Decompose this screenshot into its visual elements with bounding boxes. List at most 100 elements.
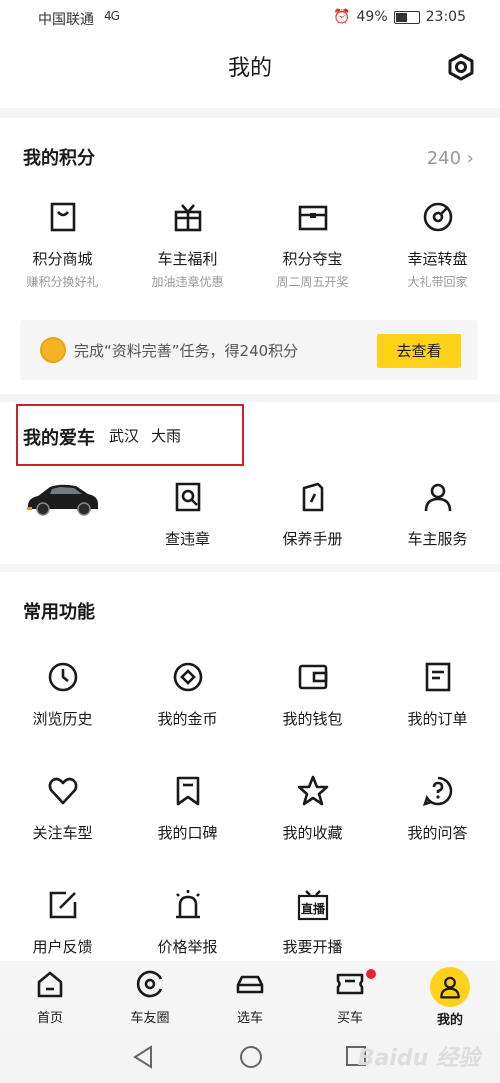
task-banner-text: 完成“资料完善”任务，得240积分 [74, 342, 299, 360]
clock-time: 23:05 [425, 9, 466, 25]
my-wallet-item[interactable]: 我的钱包 [250, 660, 375, 729]
owner-benefits-item[interactable]: 车主福利 加油违章优惠 [125, 200, 250, 290]
points-mall-item[interactable]: 积分商城 赚积分换好礼 [0, 200, 125, 290]
tab-label: 买车 [336, 1011, 363, 1026]
item-label: 车主服务 [407, 530, 468, 548]
my-car-title: 我的爱车 [23, 428, 95, 449]
spin-wheel-icon [423, 202, 452, 232]
watermark: Baidu 经验 [357, 1046, 480, 1071]
item-subtitle: 大礼带回家 [407, 275, 468, 289]
search-violation-icon [175, 482, 200, 512]
check-violation-item[interactable]: 查违章 [125, 480, 250, 549]
lucky-wheel-item[interactable]: 幸运转盘 大礼带回家 [375, 200, 500, 290]
owner-service-item[interactable]: 车主服务 [375, 480, 500, 549]
points-treasure-item[interactable]: 积分夺宝 周二周五开奖 [250, 200, 375, 290]
item-subtitle: 加油违章优惠 [151, 275, 224, 289]
page-title: 我的 [227, 56, 272, 81]
item-label: 车主福利 [157, 250, 218, 268]
live-icon: 直播 [297, 890, 328, 921]
car-image[interactable] [24, 478, 102, 518]
item-label: 我的金币 [157, 710, 218, 728]
price-report-item[interactable]: 价格举报 [125, 888, 250, 957]
home-icon [37, 971, 63, 998]
tab-mine[interactable]: 我的 [400, 967, 500, 1028]
my-orders-item[interactable]: 我的订单 [375, 660, 500, 729]
item-label: 我的问答 [407, 824, 468, 842]
my-qa-item[interactable]: 我的问答 [375, 774, 500, 843]
start-live-item[interactable]: 直播 我要开播 [250, 888, 375, 957]
chevron-right-icon: › [466, 148, 474, 169]
clock-icon [48, 662, 77, 692]
maintenance-icon [302, 482, 323, 512]
coin-icon [40, 337, 66, 363]
tab-buy-car[interactable]: 买车 [300, 967, 400, 1026]
coin-icon [173, 662, 202, 692]
battery-icon [393, 10, 420, 24]
maintenance-manual-item[interactable]: 保养手册 [250, 480, 375, 549]
item-label: 价格举报 [157, 938, 218, 956]
item-label: 我的钱包 [282, 710, 343, 728]
status-bar: 中国联通 4G ⏰ 49% 23:05 [0, 0, 500, 34]
page-header: 我的 [0, 34, 500, 108]
tab-choose-car[interactable]: 选车 [200, 967, 300, 1026]
browse-history-item[interactable]: 浏览历史 [0, 660, 125, 729]
item-label: 积分商城 [32, 250, 93, 268]
item-label: 查违章 [164, 530, 210, 548]
alarm-icon: ⏰ [333, 9, 351, 25]
item-subtitle: 周二周五开奖 [276, 275, 349, 289]
home-button-icon[interactable] [239, 1045, 263, 1069]
task-banner: 完成“资料完善”任务，得240积分 去查看 [20, 320, 478, 380]
my-reviews-item[interactable]: 我的口碑 [125, 774, 250, 843]
alarm-icon [175, 890, 200, 919]
ticket-icon [336, 973, 364, 995]
user-feedback-item[interactable]: 用户反馈 [0, 888, 125, 957]
wallet-icon [298, 664, 327, 690]
edit-icon [49, 891, 76, 919]
svg-text:直播: 直播 [300, 901, 325, 916]
question-icon [422, 776, 452, 807]
my-favorites-item[interactable]: 我的收藏 [250, 774, 375, 843]
item-subtitle: 赚积分换好礼 [26, 275, 99, 289]
tab-label: 首页 [36, 1011, 63, 1026]
city-label[interactable]: 武汉 [109, 425, 139, 446]
tab-label: 我的 [436, 1013, 463, 1028]
view-task-button[interactable]: 去查看 [377, 334, 461, 368]
battery-level: 49% [356, 9, 388, 25]
item-label: 幸运转盘 [407, 250, 468, 268]
network-type: 4G [104, 9, 120, 23]
profile-icon [440, 976, 460, 999]
carrier-name: 中国联通 [38, 12, 94, 28]
item-label: 浏览历史 [32, 710, 93, 728]
settings-icon[interactable] [446, 52, 476, 82]
tab-community[interactable]: 车友圈 [100, 967, 200, 1026]
notification-dot [366, 969, 376, 979]
item-label: 我的收藏 [282, 824, 343, 842]
my-coins-item[interactable]: 我的金币 [125, 660, 250, 729]
tab-home[interactable]: 首页 [0, 967, 100, 1026]
car-icon [236, 975, 264, 994]
bag-icon [50, 202, 75, 232]
gift-icon [174, 204, 201, 232]
item-label: 用户反馈 [32, 938, 93, 956]
back-icon[interactable] [132, 1045, 154, 1069]
weather-label: 大雨 [151, 427, 182, 445]
person-icon [424, 483, 451, 512]
treasure-box-icon [298, 205, 327, 231]
points-title: 我的积分 [23, 148, 95, 169]
item-label: 我要开播 [282, 938, 343, 956]
circle-icon [136, 970, 163, 998]
common-functions-title: 常用功能 [23, 602, 95, 623]
item-label: 保养手册 [282, 530, 343, 548]
points-section: 我的积分 240 › 积分商城 赚积分换好礼 车主福利 加油违章优惠 积分夺宝 … [0, 118, 500, 394]
order-icon [425, 662, 450, 692]
tab-label: 选车 [236, 1011, 263, 1026]
item-label: 积分夺宝 [282, 250, 343, 268]
heart-icon [48, 777, 77, 805]
points-value[interactable]: 240 › [427, 148, 474, 169]
followed-models-item[interactable]: 关注车型 [0, 774, 125, 843]
item-label: 关注车型 [32, 824, 93, 842]
item-label: 我的订单 [407, 710, 468, 728]
item-label: 我的口碑 [157, 824, 218, 842]
common-functions-section: 常用功能 浏览历史 我的金币 我的钱包 我的订单 关注车型 我的口碑 我的收藏 … [0, 572, 500, 961]
star-icon [297, 775, 328, 806]
